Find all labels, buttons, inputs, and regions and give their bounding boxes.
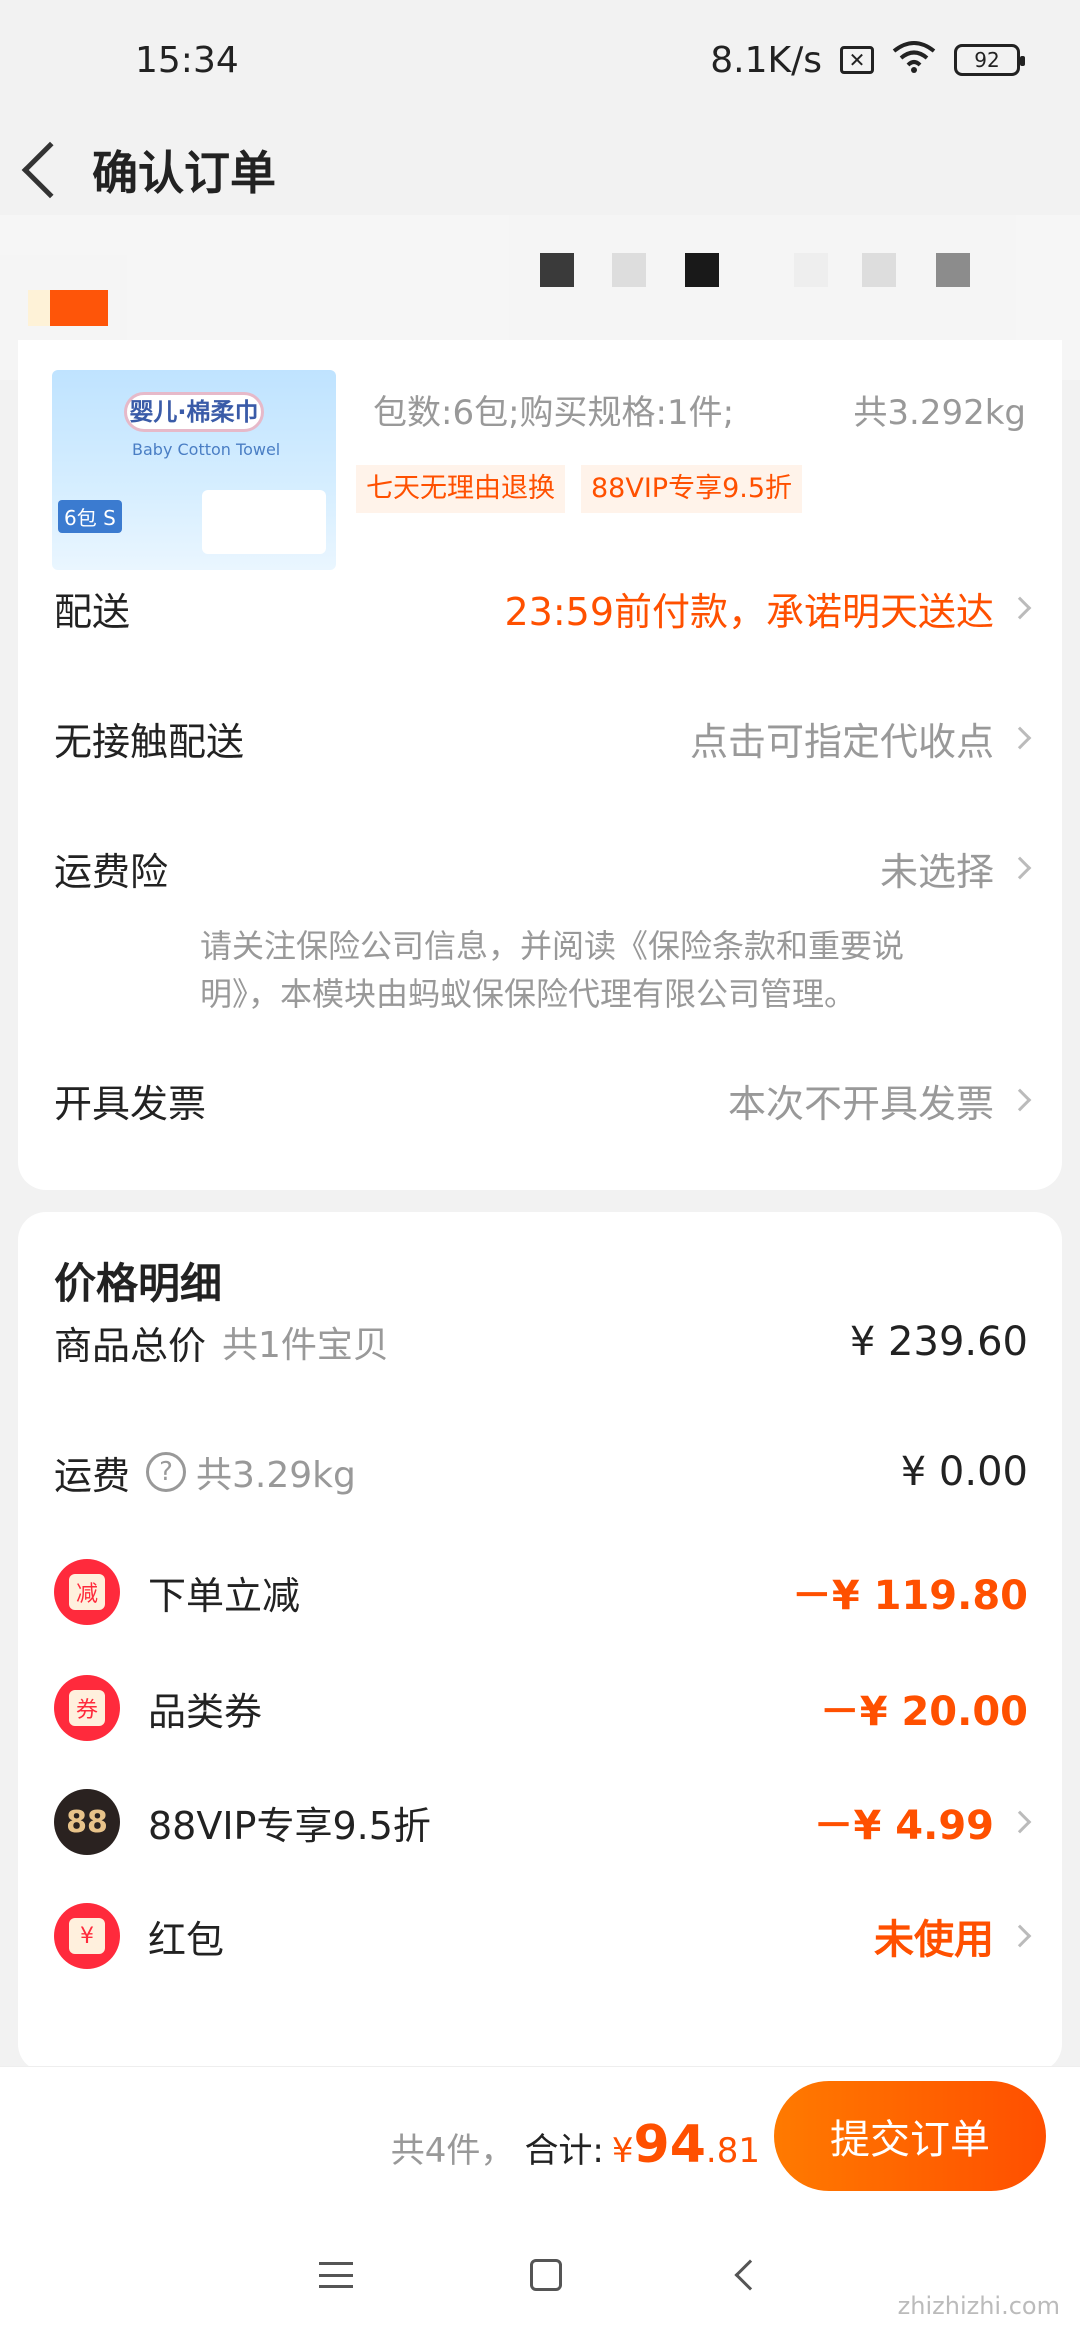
redacted-block — [862, 253, 896, 287]
wifi-icon — [892, 39, 936, 82]
chevron-right-icon — [1008, 596, 1032, 620]
contactless-value: 点击可指定代收点 — [690, 711, 1032, 766]
currency-symbol: ¥ — [611, 2131, 634, 2171]
menu-icon[interactable] — [318, 2262, 353, 2288]
delivery-label: 配送 — [54, 589, 131, 634]
redacted-block — [936, 253, 970, 287]
red-packet-value: 未使用 — [874, 1907, 1032, 1965]
order-details-card: 婴儿·棉柔巾 Baby Cotton Towel 6包 S 包数:6包;购买规格… — [18, 340, 1062, 1190]
coupon-value: －¥ 20.00 — [819, 1689, 1028, 1735]
red-packet-icon: ¥ — [54, 1903, 120, 1969]
vip88-icon: 88 — [54, 1789, 120, 1855]
service-tag: 七天无理由退换 — [356, 465, 565, 513]
total-amount-decimal: .81 — [705, 2131, 760, 2171]
redacted-block — [612, 253, 646, 287]
product-weight: 共3.292kg — [853, 393, 1026, 433]
chevron-right-icon — [1008, 1810, 1032, 1834]
discount-row: 减 下单立减 －¥ 119.80 — [54, 1552, 1028, 1632]
product-pack-illustration — [202, 490, 326, 554]
delivery-value: 23:59前付款，承诺明天送达 — [504, 581, 1032, 636]
chevron-right-icon — [1008, 1924, 1032, 1948]
goods-count-note: 共1件宝贝 — [222, 1325, 389, 1366]
vip-discount-label: 88VIP专享9.5折 — [148, 1803, 431, 1848]
battery-icon: 92 — [954, 44, 1025, 76]
freight-row: 运费 ? 共3.29kg ¥ 0.00 — [54, 1432, 1028, 1512]
chevron-right-icon — [1008, 726, 1032, 750]
no-sim-icon: ✕ — [840, 46, 874, 74]
goods-total-label: 商品总价 — [54, 1323, 207, 1368]
submit-order-button[interactable]: 提交订单 — [774, 2081, 1046, 2191]
address-tag — [50, 290, 108, 326]
product-spec: 包数:6包;购买规格:1件; — [373, 393, 735, 433]
product-pack-label: 6包 S — [58, 500, 122, 533]
status-bar: 15:34 8.1K/s ✕ 92 — [0, 0, 1080, 120]
redacted-block — [794, 253, 828, 287]
item-count: 共4件， — [390, 2131, 515, 2171]
invoice-row[interactable]: 开具发票 本次不开具发票 — [54, 1060, 1032, 1140]
net-speed: 8.1K/s — [710, 39, 822, 81]
system-nav-bar — [0, 2210, 1080, 2340]
product-image[interactable]: 婴儿·棉柔巾 Baby Cotton Towel 6包 S — [52, 370, 336, 570]
home-icon[interactable] — [529, 2259, 562, 2291]
product-sub-label: Baby Cotton Towel — [132, 440, 281, 459]
back-arrow-icon[interactable] — [21, 141, 79, 199]
contactless-delivery-row[interactable]: 无接触配送 点击可指定代收点 — [54, 698, 1032, 778]
chevron-right-icon — [1008, 1088, 1032, 1112]
goods-total-value: ¥ 239.60 — [849, 1319, 1028, 1365]
invoice-label: 开具发票 — [54, 1081, 207, 1126]
coupon-row[interactable]: 券 品类券 －¥ 20.00 — [54, 1668, 1028, 1748]
vip-discount-row[interactable]: 88 88VIP专享9.5折 －¥ 4.99 — [54, 1782, 1032, 1862]
product-brand-label: 婴儿·棉柔巾 — [124, 392, 264, 432]
redacted-block — [540, 253, 574, 287]
redacted-block — [685, 253, 719, 287]
redacted-block — [28, 290, 50, 326]
discount-value: －¥ 119.80 — [791, 1573, 1028, 1619]
back-icon[interactable] — [734, 2259, 766, 2291]
insurance-note[interactable]: 请关注保险公司信息，并阅读《保险条款和重要说明》，本模块由蚂蚁保保险代理有限公司… — [200, 922, 980, 1018]
watermark: zhizhizhi.com — [897, 2292, 1060, 2320]
total-label: 合计: — [524, 2131, 604, 2171]
red-packet-label: 红包 — [148, 1917, 225, 1962]
vip-discount-value: －¥ 4.99 — [814, 1793, 1032, 1851]
red-packet-row[interactable]: ¥ 红包 未使用 — [54, 1896, 1032, 1976]
instant-discount-icon: 减 — [54, 1559, 120, 1625]
freight-weight-note: 共3.29kg — [196, 1455, 356, 1496]
discount-label: 下单立减 — [148, 1573, 301, 1618]
freight-label: 运费 — [54, 1453, 131, 1498]
goods-total-row: 商品总价 共1件宝贝 ¥ 239.60 — [54, 1302, 1028, 1382]
shipping-insurance-row[interactable]: 运费险 未选择 — [54, 828, 1032, 908]
delivery-row[interactable]: 配送 23:59前付款，承诺明天送达 — [54, 568, 1032, 648]
help-icon[interactable]: ? — [146, 1452, 187, 1492]
clock: 15:34 — [135, 39, 239, 81]
vip-tag: 88VIP专享9.5折 — [581, 465, 803, 513]
shipping-insurance-label: 运费险 — [54, 849, 169, 894]
chevron-right-icon — [1008, 856, 1032, 880]
coupon-icon: 券 — [54, 1675, 120, 1741]
shipping-insurance-value: 未选择 — [880, 841, 1032, 896]
total-amount-integer: 94 — [633, 2115, 706, 2175]
coupon-label: 品类券 — [148, 1689, 263, 1734]
price-detail-card: 价格明细 商品总价 共1件宝贝 ¥ 239.60 运费 ? 共3.29kg ¥ … — [18, 1212, 1062, 2072]
checkout-bar: 共4件， 合计: ¥ 94 .81 提交订单 — [0, 2066, 1080, 2216]
page-title: 确认订单 — [92, 146, 276, 200]
contactless-label: 无接触配送 — [54, 719, 245, 764]
nav-bar: 确认订单 — [0, 120, 1080, 220]
invoice-value: 本次不开具发票 — [728, 1073, 1032, 1128]
order-summary: 共4件， 合计: ¥ 94 .81 — [391, 2115, 760, 2175]
freight-value: ¥ 0.00 — [900, 1449, 1028, 1495]
